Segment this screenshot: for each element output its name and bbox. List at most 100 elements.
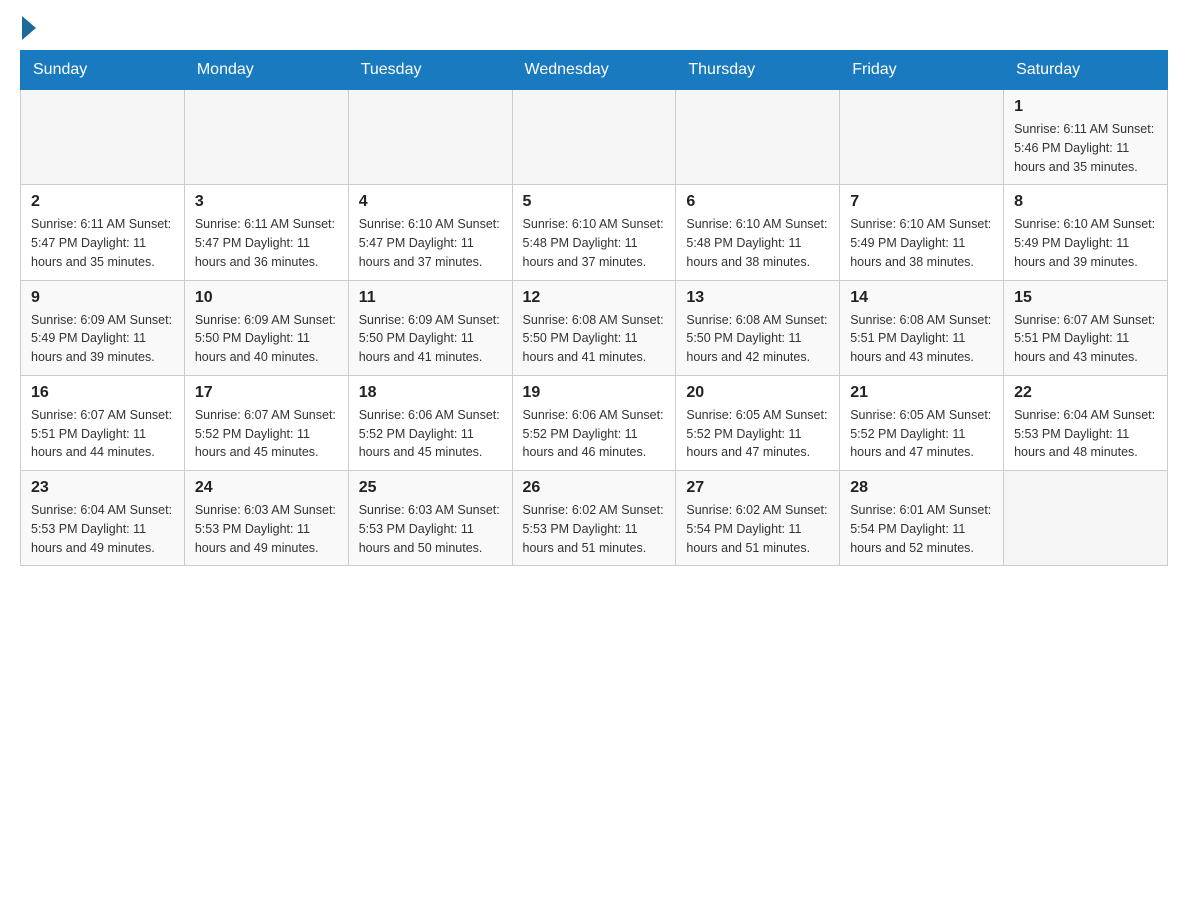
day-number: 5 (523, 193, 666, 211)
calendar-week-row: 9 Sunrise: 6:09 AM Sunset: 5:49 PM Daylig… (21, 280, 1168, 375)
day-info: Sunrise: 6:03 AM Sunset: 5:53 PM Dayligh… (359, 501, 502, 557)
day-number: 24 (195, 479, 338, 497)
day-number: 1 (1014, 98, 1157, 116)
calendar-day-cell: 8 Sunrise: 6:10 AM Sunset: 5:49 PM Daylig… (1004, 185, 1168, 280)
calendar-day-cell (512, 90, 676, 185)
calendar-body: 1 Sunrise: 6:11 AM Sunset: 5:46 PM Daylig… (21, 90, 1168, 566)
calendar-day-cell: 24 Sunrise: 6:03 AM Sunset: 5:53 PM Dayli… (184, 471, 348, 566)
calendar-day-cell: 7Sunrise: 6:10 AM Sunset: 5:49 PM Daylig… (840, 185, 1004, 280)
day-info: Sunrise: 6:06 AM Sunset: 5:52 PM Dayligh… (359, 406, 502, 462)
calendar-day-cell: 2 Sunrise: 6:11 AM Sunset: 5:47 PM Daylig… (21, 185, 185, 280)
calendar-day-cell: 4Sunrise: 6:10 AM Sunset: 5:47 PM Daylig… (348, 185, 512, 280)
day-number: 4 (359, 193, 502, 211)
calendar-day-cell: 3 Sunrise: 6:11 AM Sunset: 5:47 PM Daylig… (184, 185, 348, 280)
calendar-day-cell: 5 Sunrise: 6:10 AM Sunset: 5:48 PM Daylig… (512, 185, 676, 280)
day-info: Sunrise: 6:07 AM Sunset: 5:51 PM Dayligh… (1014, 311, 1157, 367)
calendar-day-cell: 13 Sunrise: 6:08 AM Sunset: 5:50 PM Dayli… (676, 280, 840, 375)
day-info: Sunrise: 6:02 AM Sunset: 5:53 PM Dayligh… (523, 501, 666, 557)
col-monday: Monday (184, 51, 348, 90)
calendar-day-cell: 19 Sunrise: 6:06 AM Sunset: 5:52 PM Dayli… (512, 375, 676, 470)
calendar-day-cell: 20 Sunrise: 6:05 AM Sunset: 5:52 PM Dayli… (676, 375, 840, 470)
day-info: Sunrise: 6:05 AM Sunset: 5:52 PM Dayligh… (850, 406, 993, 462)
day-info: Sunrise: 6:09 AM Sunset: 5:49 PM Dayligh… (31, 311, 174, 367)
calendar-header: Sunday Monday Tuesday Wednesday Thursday… (21, 51, 1168, 90)
calendar-week-row: 2 Sunrise: 6:11 AM Sunset: 5:47 PM Daylig… (21, 185, 1168, 280)
day-number: 12 (523, 289, 666, 307)
day-number: 13 (686, 289, 829, 307)
day-info: Sunrise: 6:07 AM Sunset: 5:51 PM Dayligh… (31, 406, 174, 462)
calendar-day-cell: 17Sunrise: 6:07 AM Sunset: 5:52 PM Dayli… (184, 375, 348, 470)
calendar-day-cell: 12 Sunrise: 6:08 AM Sunset: 5:50 PM Dayli… (512, 280, 676, 375)
day-number: 10 (195, 289, 338, 307)
calendar-day-cell: 9 Sunrise: 6:09 AM Sunset: 5:49 PM Daylig… (21, 280, 185, 375)
calendar-day-cell: 15Sunrise: 6:07 AM Sunset: 5:51 PM Dayli… (1004, 280, 1168, 375)
day-number: 9 (31, 289, 174, 307)
calendar-day-cell: 14Sunrise: 6:08 AM Sunset: 5:51 PM Dayli… (840, 280, 1004, 375)
calendar-day-cell: 23 Sunrise: 6:04 AM Sunset: 5:53 PM Dayli… (21, 471, 185, 566)
col-sunday: Sunday (21, 51, 185, 90)
page-header (20, 20, 1168, 40)
day-info: Sunrise: 6:10 AM Sunset: 5:48 PM Dayligh… (523, 215, 666, 271)
logo (20, 20, 36, 40)
day-info: Sunrise: 6:08 AM Sunset: 5:50 PM Dayligh… (523, 311, 666, 367)
day-number: 14 (850, 289, 993, 307)
day-info: Sunrise: 6:11 AM Sunset: 5:47 PM Dayligh… (31, 215, 174, 271)
calendar-day-cell (348, 90, 512, 185)
calendar-week-row: 16 Sunrise: 6:07 AM Sunset: 5:51 PM Dayli… (21, 375, 1168, 470)
calendar-day-cell (21, 90, 185, 185)
col-wednesday: Wednesday (512, 51, 676, 90)
calendar-day-cell: 11 Sunrise: 6:09 AM Sunset: 5:50 PM Dayli… (348, 280, 512, 375)
calendar-day-cell: 25 Sunrise: 6:03 AM Sunset: 5:53 PM Dayli… (348, 471, 512, 566)
day-info: Sunrise: 6:08 AM Sunset: 5:50 PM Dayligh… (686, 311, 829, 367)
calendar-day-cell: 1 Sunrise: 6:11 AM Sunset: 5:46 PM Daylig… (1004, 90, 1168, 185)
day-number: 6 (686, 193, 829, 211)
col-friday: Friday (840, 51, 1004, 90)
day-info: Sunrise: 6:05 AM Sunset: 5:52 PM Dayligh… (686, 406, 829, 462)
day-number: 25 (359, 479, 502, 497)
calendar-day-cell: 28Sunrise: 6:01 AM Sunset: 5:54 PM Dayli… (840, 471, 1004, 566)
header-row: Sunday Monday Tuesday Wednesday Thursday… (21, 51, 1168, 90)
calendar-day-cell: 16 Sunrise: 6:07 AM Sunset: 5:51 PM Dayli… (21, 375, 185, 470)
col-thursday: Thursday (676, 51, 840, 90)
day-number: 2 (31, 193, 174, 211)
day-number: 21 (850, 384, 993, 402)
logo-arrow-icon (22, 16, 36, 40)
calendar-day-cell (840, 90, 1004, 185)
day-info: Sunrise: 6:10 AM Sunset: 5:49 PM Dayligh… (1014, 215, 1157, 271)
calendar-day-cell: 10 Sunrise: 6:09 AM Sunset: 5:50 PM Dayli… (184, 280, 348, 375)
day-info: Sunrise: 6:11 AM Sunset: 5:46 PM Dayligh… (1014, 120, 1157, 176)
day-info: Sunrise: 6:04 AM Sunset: 5:53 PM Dayligh… (1014, 406, 1157, 462)
calendar-day-cell: 26Sunrise: 6:02 AM Sunset: 5:53 PM Dayli… (512, 471, 676, 566)
calendar-day-cell: 27 Sunrise: 6:02 AM Sunset: 5:54 PM Dayli… (676, 471, 840, 566)
day-info: Sunrise: 6:04 AM Sunset: 5:53 PM Dayligh… (31, 501, 174, 557)
day-number: 27 (686, 479, 829, 497)
day-number: 28 (850, 479, 993, 497)
col-saturday: Saturday (1004, 51, 1168, 90)
day-number: 20 (686, 384, 829, 402)
day-info: Sunrise: 6:09 AM Sunset: 5:50 PM Dayligh… (195, 311, 338, 367)
day-number: 8 (1014, 193, 1157, 211)
day-info: Sunrise: 6:02 AM Sunset: 5:54 PM Dayligh… (686, 501, 829, 557)
day-number: 16 (31, 384, 174, 402)
day-number: 19 (523, 384, 666, 402)
day-number: 18 (359, 384, 502, 402)
day-number: 11 (359, 289, 502, 307)
day-info: Sunrise: 6:06 AM Sunset: 5:52 PM Dayligh… (523, 406, 666, 462)
calendar-day-cell: 6Sunrise: 6:10 AM Sunset: 5:48 PM Daylig… (676, 185, 840, 280)
day-info: Sunrise: 6:03 AM Sunset: 5:53 PM Dayligh… (195, 501, 338, 557)
calendar-table: Sunday Monday Tuesday Wednesday Thursday… (20, 50, 1168, 566)
day-number: 17 (195, 384, 338, 402)
col-tuesday: Tuesday (348, 51, 512, 90)
calendar-day-cell: 18 Sunrise: 6:06 AM Sunset: 5:52 PM Dayli… (348, 375, 512, 470)
calendar-day-cell (676, 90, 840, 185)
calendar-day-cell (1004, 471, 1168, 566)
day-number: 23 (31, 479, 174, 497)
day-info: Sunrise: 6:09 AM Sunset: 5:50 PM Dayligh… (359, 311, 502, 367)
calendar-day-cell: 21 Sunrise: 6:05 AM Sunset: 5:52 PM Dayli… (840, 375, 1004, 470)
day-info: Sunrise: 6:11 AM Sunset: 5:47 PM Dayligh… (195, 215, 338, 271)
calendar-day-cell (184, 90, 348, 185)
day-number: 22 (1014, 384, 1157, 402)
day-number: 3 (195, 193, 338, 211)
calendar-day-cell: 22 Sunrise: 6:04 AM Sunset: 5:53 PM Dayli… (1004, 375, 1168, 470)
calendar-week-row: 23 Sunrise: 6:04 AM Sunset: 5:53 PM Dayli… (21, 471, 1168, 566)
